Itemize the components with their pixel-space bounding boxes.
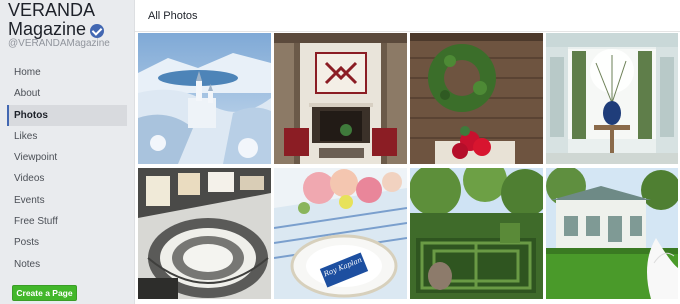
- page-handle: @VERANDAMagazine: [8, 38, 110, 49]
- photo-spiral-staircase[interactable]: [138, 168, 271, 299]
- create-page-button[interactable]: Create a Page: [12, 285, 77, 301]
- divider: [135, 31, 680, 32]
- page-name-line1: VERANDA: [8, 0, 96, 20]
- nav-item-photos[interactable]: Photos: [7, 104, 127, 127]
- photo-parterre-garden[interactable]: [410, 168, 543, 299]
- photo-green-drapes-room[interactable]: [546, 33, 678, 164]
- nav-item-events[interactable]: Events: [7, 190, 127, 211]
- photo-place-setting[interactable]: Roy Kaplan: [274, 168, 407, 299]
- page-name[interactable]: VERANDA Magazine: [8, 1, 132, 39]
- section-title: All Photos: [148, 10, 198, 22]
- nav-item-about[interactable]: About: [7, 83, 127, 104]
- photo-fireplace-living-room[interactable]: [274, 33, 407, 164]
- photos-panel: All Photos Roy Kaplan: [134, 0, 680, 304]
- page-nav: Home About Photos Likes Viewpoint Videos…: [7, 62, 127, 275]
- photo-cottage-peacock[interactable]: [546, 168, 678, 299]
- nav-item-free-stuff[interactable]: Free Stuff: [7, 211, 127, 232]
- sidebar: VERANDA Magazine @VERANDAMagazine Home A…: [0, 0, 134, 304]
- page-name-line2: Magazine: [8, 19, 87, 39]
- nav-item-videos[interactable]: Videos: [7, 168, 127, 189]
- nav-item-posts[interactable]: Posts: [7, 232, 127, 253]
- nav-item-likes[interactable]: Likes: [7, 126, 127, 147]
- photo-snowy-castle[interactable]: [138, 33, 271, 164]
- nav-item-home[interactable]: Home: [7, 62, 127, 83]
- nav-item-notes[interactable]: Notes: [7, 254, 127, 275]
- verified-badge-icon: [90, 23, 105, 38]
- nav-item-viewpoint[interactable]: Viewpoint: [7, 147, 127, 168]
- facebook-page: VERANDA Magazine @VERANDAMagazine Home A…: [0, 0, 680, 304]
- photo-boxwood-wreath[interactable]: [410, 33, 543, 164]
